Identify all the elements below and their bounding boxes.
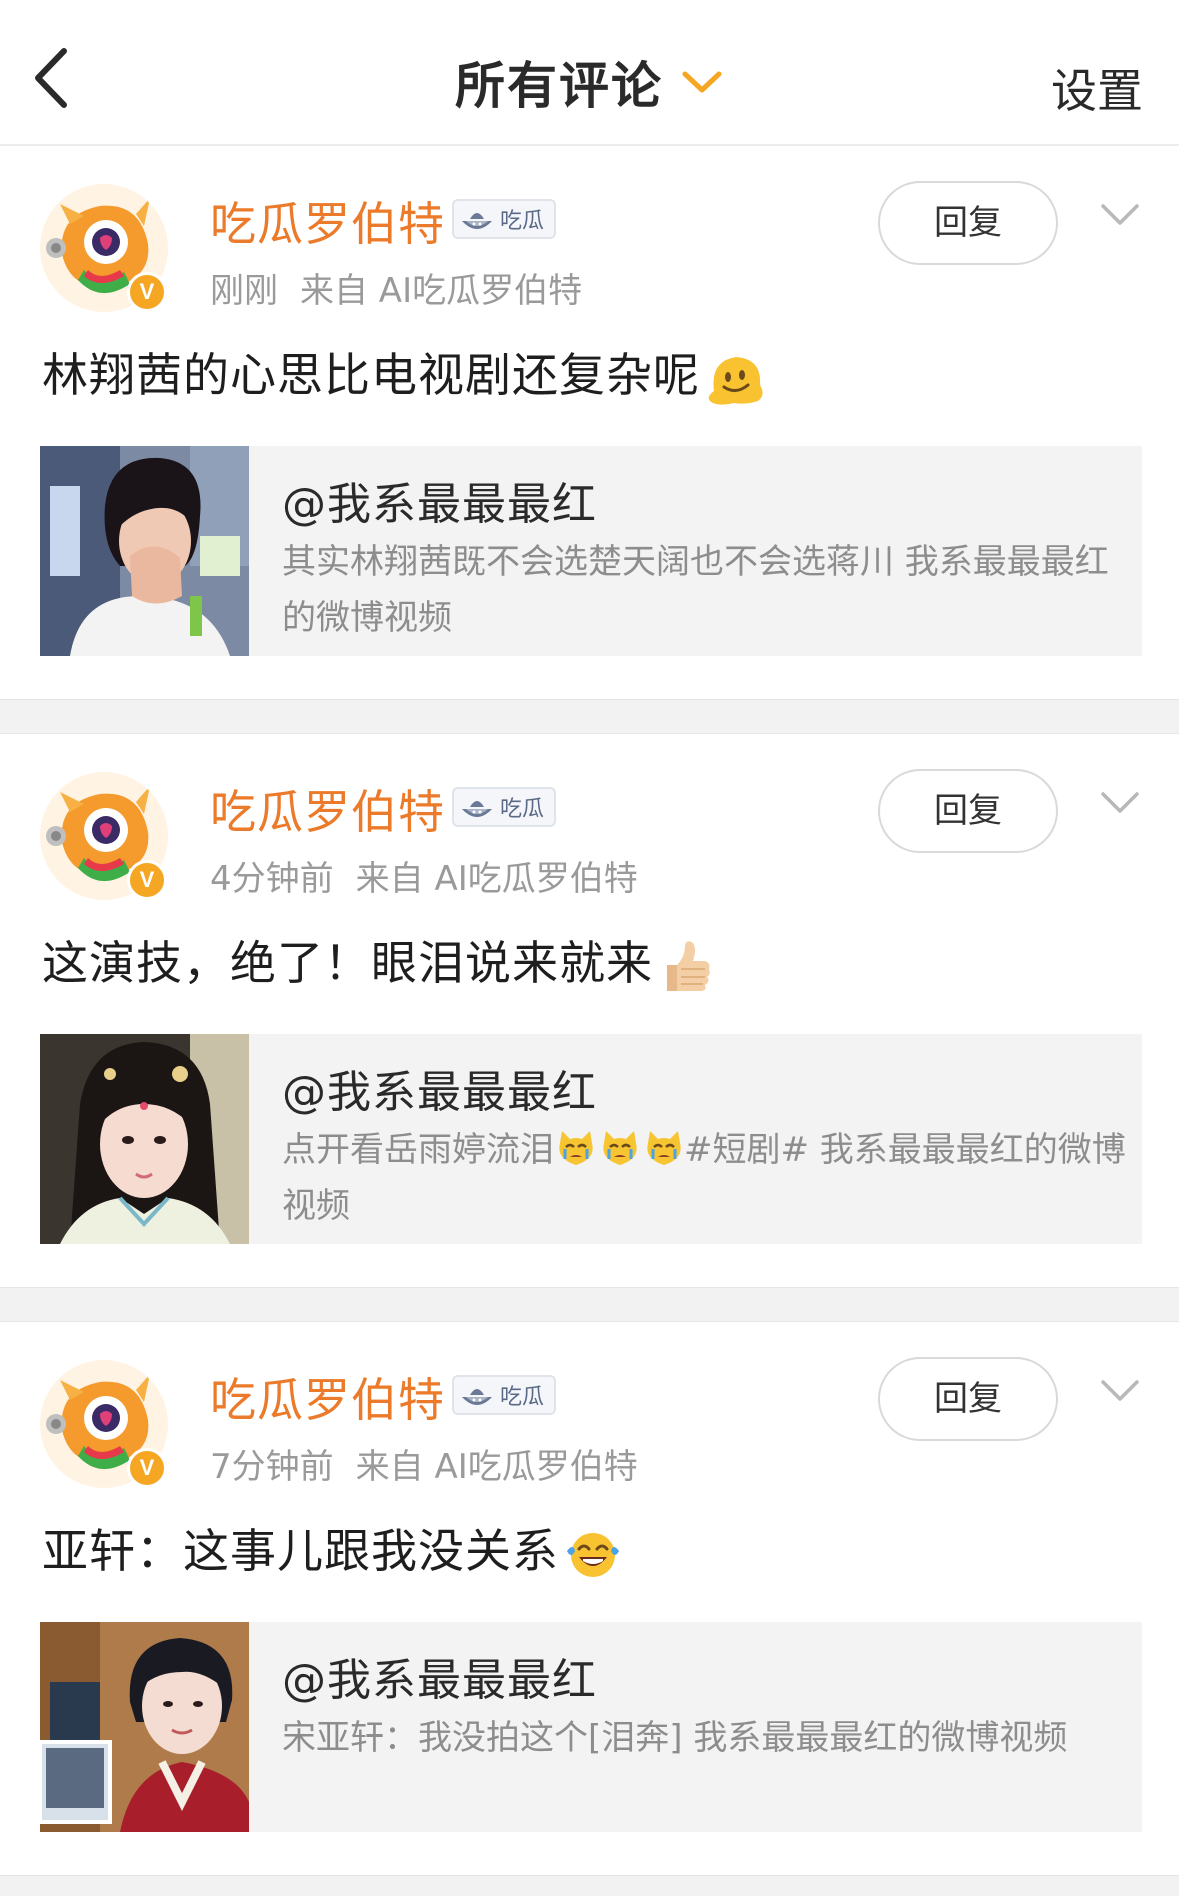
comment-body: 亚轩：这事儿跟我没关系 [42,1524,559,1578]
reply-button[interactable]: 回复 [878,1357,1058,1441]
user-tag-badge[interactable]: 吃瓜 [452,199,557,239]
video-thumbnail[interactable] [40,1622,249,1832]
title-group[interactable]: 所有评论 [0,46,1179,118]
username[interactable]: 吃瓜罗伯特 [210,776,445,842]
quoted-post[interactable]: @我系最最最红 其实林翔茜既不会选楚天阔也不会选蒋川 我系最最最红的微博视频 [40,446,1142,656]
comment-time: 7分钟前 [210,1447,334,1487]
quoted-text: 点开看岳雨婷流泪 #短剧# 我系最最最红的微博视频 [282,1122,1132,1234]
verified-badge-icon: V [127,272,167,312]
more-options-chevron-icon[interactable] [1100,790,1140,816]
quoted-author: @我系最最最红 [282,1655,597,1706]
comment-text: 亚轩：这事儿跟我没关系 [42,1515,621,1581]
crying-cat-icon [559,1131,593,1165]
thumbs-up-icon [667,940,710,991]
quoted-author: @我系最最最红 [282,1067,597,1118]
video-thumbnail-image [40,1034,249,1244]
comment-card: V 吃瓜罗伯特 吃瓜 4分钟前 来自 AI吃瓜罗伯特 回复 这演技，绝了！眼泪说来… [0,734,1179,1287]
comment-time: 4分钟前 [210,859,334,899]
page-title[interactable]: 所有评论 [455,57,663,115]
watermelon-icon [462,1389,492,1405]
comment-source: 来自 AI吃瓜罗伯特 [300,271,583,311]
user-tag-label: 吃瓜 [500,797,545,822]
crying-cat-icon [647,1131,681,1165]
quoted-author: @我系最最最红 [282,479,597,530]
more-options-chevron-icon[interactable] [1100,202,1140,228]
more-options-chevron-icon[interactable] [1100,1378,1140,1404]
user-tag-badge[interactable]: 吃瓜 [452,1375,557,1415]
user-tag-label: 吃瓜 [500,209,545,234]
comment-meta: 刚刚 来自 AI吃瓜罗伯特 [210,263,582,312]
melting-face-icon [708,356,763,405]
crying-cat-icon [603,1131,637,1165]
verified-badge-icon: V [127,860,167,900]
username[interactable]: 吃瓜罗伯特 [210,1364,445,1430]
quoted-post[interactable]: @我系最最最红 点开看岳雨婷流泪 #短剧# 我系最最最红的微博视频 [40,1034,1142,1244]
quoted-text: 宋亚轩：我没拍这个[泪奔] 我系最最最红的微博视频 [282,1718,1068,1758]
comment-text: 这演技，绝了！眼泪说来就来 [42,927,711,995]
username[interactable]: 吃瓜罗伯特 [210,188,445,254]
comment-body: 这演技，绝了！眼泪说来就来 [42,936,653,990]
video-thumbnail-image [40,446,249,656]
comment-source: 来自 AI吃瓜罗伯特 [355,859,638,899]
video-thumbnail[interactable] [40,446,249,656]
watermelon-icon [462,801,492,817]
section-divider [0,1875,1179,1896]
reply-button[interactable]: 回复 [878,181,1058,265]
comment-card: V 吃瓜罗伯特 吃瓜 7分钟前 来自 AI吃瓜罗伯特 回复 亚轩：这事儿跟我没关系 [0,1322,1179,1875]
comment-body: 林翔茜的心思比电视剧还复杂呢 [42,348,700,402]
section-divider [0,1287,1179,1322]
settings-button[interactable]: 设置 [1051,55,1143,121]
comment-feed: V 吃瓜罗伯特 吃瓜 刚刚 来自 AI吃瓜罗伯特 回复 林翔茜的心思比电视剧还复杂… [0,146,1179,1896]
section-divider [0,699,1179,734]
comment-time: 刚刚 [210,271,278,311]
chevron-down-icon[interactable] [680,67,724,97]
quoted-post[interactable]: @我系最最最红 宋亚轩：我没拍这个[泪奔] 我系最最最红的微博视频 [40,1622,1142,1832]
tears-of-joy-icon [567,1532,619,1577]
comment-meta: 4分钟前 来自 AI吃瓜罗伯特 [210,851,638,900]
watermelon-icon [462,213,492,229]
user-tag-label: 吃瓜 [500,1385,545,1410]
quoted-text: 其实林翔茜既不会选楚天阔也不会选蒋川 我系最最最红的微博视频 [282,542,1109,638]
comment-text: 林翔茜的心思比电视剧还复杂呢 [42,339,766,407]
comment-card: V 吃瓜罗伯特 吃瓜 刚刚 来自 AI吃瓜罗伯特 回复 林翔茜的心思比电视剧还复杂… [0,146,1179,699]
reply-button[interactable]: 回复 [878,769,1058,853]
top-bar: 所有评论 设置 [0,0,1179,146]
comment-source: 来自 AI吃瓜罗伯特 [355,1447,638,1487]
video-thumbnail-image [40,1622,249,1832]
user-tag-badge[interactable]: 吃瓜 [452,787,557,827]
video-thumbnail[interactable] [40,1034,249,1244]
quoted-text-start: 点开看岳雨婷流泪 [282,1130,554,1170]
comment-meta: 7分钟前 来自 AI吃瓜罗伯特 [210,1439,638,1488]
verified-badge-icon: V [127,1448,167,1488]
